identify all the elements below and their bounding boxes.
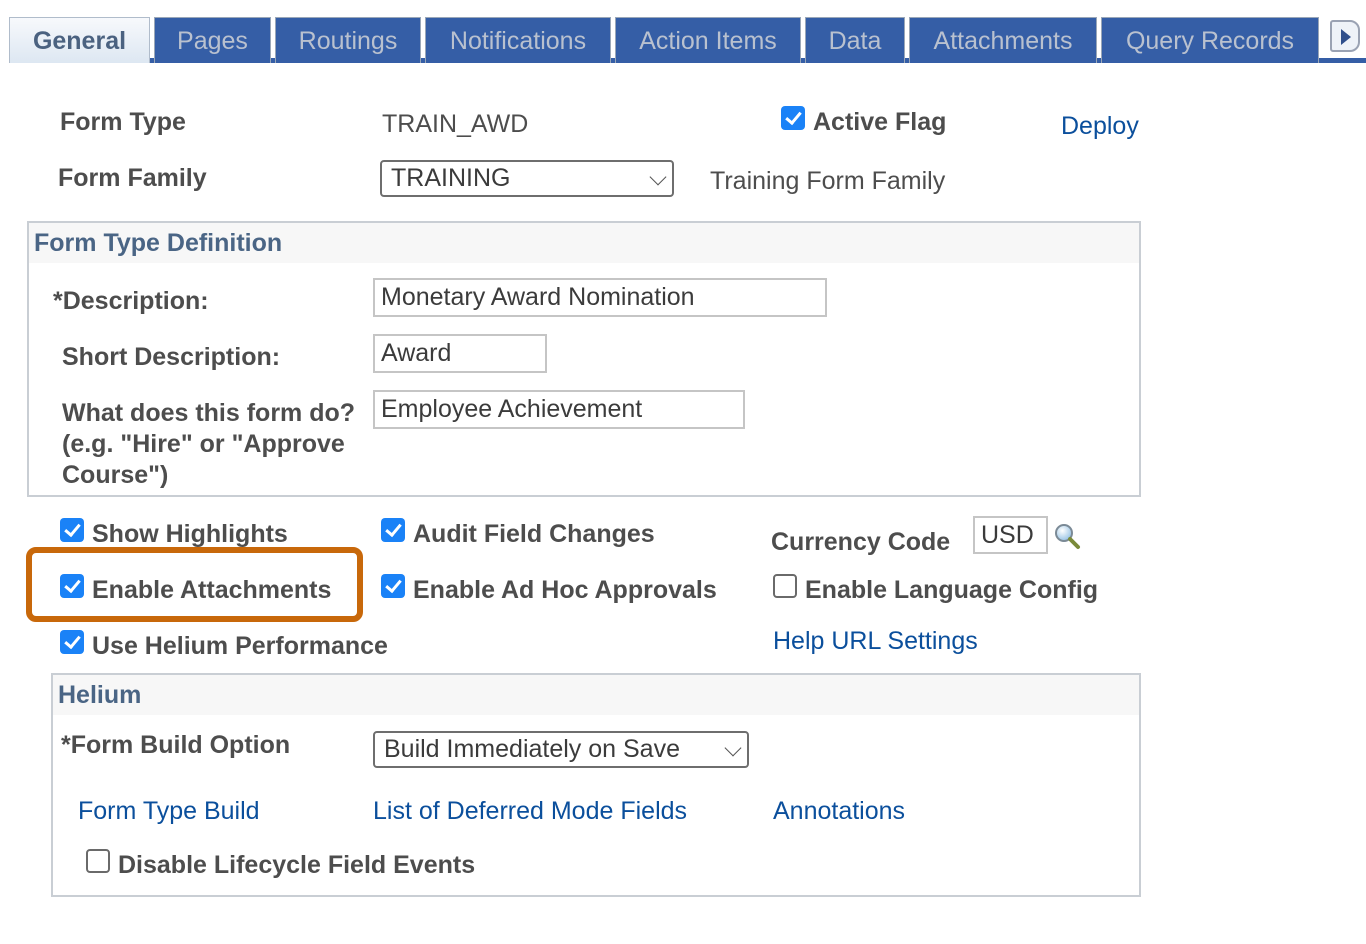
tab-pages[interactable]: Pages bbox=[154, 17, 271, 63]
tab-general[interactable]: General bbox=[9, 17, 150, 63]
deploy-link[interactable]: Deploy bbox=[1061, 112, 1139, 141]
tab-scroll-right-icon[interactable] bbox=[1330, 20, 1360, 52]
form-build-option-selected-value: Build Immediately on Save bbox=[384, 735, 680, 763]
enable-ad-hoc-approvals-checkbox[interactable] bbox=[381, 574, 405, 598]
tab-bar: General Pages Routings Notifications Act… bbox=[0, 0, 1366, 64]
show-highlights-checkbox[interactable] bbox=[60, 518, 84, 542]
help-url-settings-link[interactable]: Help URL Settings bbox=[773, 627, 978, 656]
use-helium-performance-label: Use Helium Performance bbox=[92, 632, 388, 660]
enable-ad-hoc-approvals-label: Enable Ad Hoc Approvals bbox=[413, 576, 717, 604]
what-does-form-do-label-line2: (e.g. "Hire" or "Approve bbox=[62, 430, 345, 458]
what-does-form-do-label-line1: What does this form do? bbox=[62, 399, 356, 427]
form-family-label: Form Family bbox=[58, 164, 207, 192]
disable-lifecycle-field-events-label: Disable Lifecycle Field Events bbox=[118, 851, 476, 879]
enable-attachments-label: Enable Attachments bbox=[92, 576, 332, 604]
use-helium-performance-checkbox[interactable] bbox=[60, 630, 84, 654]
show-highlights-label: Show Highlights bbox=[92, 520, 288, 548]
form-build-option-label: *Form Build Option bbox=[61, 731, 291, 759]
form-type-definition-title: Form Type Definition bbox=[29, 223, 1139, 263]
tab-routings[interactable]: Routings bbox=[275, 17, 421, 63]
form-build-option-select[interactable]: Build Immediately on Save bbox=[373, 731, 749, 768]
what-does-form-do-input[interactable] bbox=[373, 390, 745, 429]
tab-attachments[interactable]: Attachments bbox=[909, 17, 1097, 63]
disable-lifecycle-field-events-checkbox[interactable] bbox=[86, 849, 110, 873]
tab-notifications[interactable]: Notifications bbox=[425, 17, 611, 63]
active-flag-label: Active Flag bbox=[813, 108, 947, 136]
form-family-selected-value: TRAINING bbox=[391, 164, 511, 192]
currency-code-input[interactable] bbox=[973, 516, 1048, 554]
active-flag-checkbox[interactable] bbox=[781, 106, 805, 130]
deferred-mode-fields-link[interactable]: List of Deferred Mode Fields bbox=[373, 797, 687, 826]
tab-action-items[interactable]: Action Items bbox=[615, 17, 801, 63]
form-type-value: TRAIN_AWD bbox=[382, 110, 529, 138]
search-lookup-icon[interactable] bbox=[1053, 522, 1081, 550]
form-family-select[interactable]: TRAINING bbox=[380, 160, 674, 197]
tab-data[interactable]: Data bbox=[805, 17, 905, 63]
annotations-link[interactable]: Annotations bbox=[773, 797, 905, 826]
form-type-build-link[interactable]: Form Type Build bbox=[78, 797, 260, 826]
audit-field-changes-checkbox[interactable] bbox=[381, 518, 405, 542]
description-input[interactable] bbox=[373, 278, 827, 317]
chevron-down-icon bbox=[724, 739, 742, 757]
form-family-description: Training Form Family bbox=[710, 167, 946, 195]
chevron-down-icon bbox=[649, 168, 667, 186]
helium-title: Helium bbox=[53, 675, 1139, 715]
tab-query-records[interactable]: Query Records bbox=[1101, 17, 1319, 63]
form-type-label: Form Type bbox=[60, 108, 186, 136]
enable-attachments-checkbox[interactable] bbox=[60, 574, 84, 598]
currency-code-label: Currency Code bbox=[771, 528, 951, 556]
enable-language-config-label: Enable Language Config bbox=[805, 576, 1099, 604]
what-does-form-do-label-line3: Course") bbox=[62, 461, 169, 489]
short-description-input[interactable] bbox=[373, 334, 547, 373]
description-label: *Description: bbox=[53, 287, 209, 315]
enable-language-config-checkbox[interactable] bbox=[773, 574, 797, 598]
short-description-label: Short Description: bbox=[62, 343, 281, 371]
audit-field-changes-label: Audit Field Changes bbox=[413, 520, 655, 548]
